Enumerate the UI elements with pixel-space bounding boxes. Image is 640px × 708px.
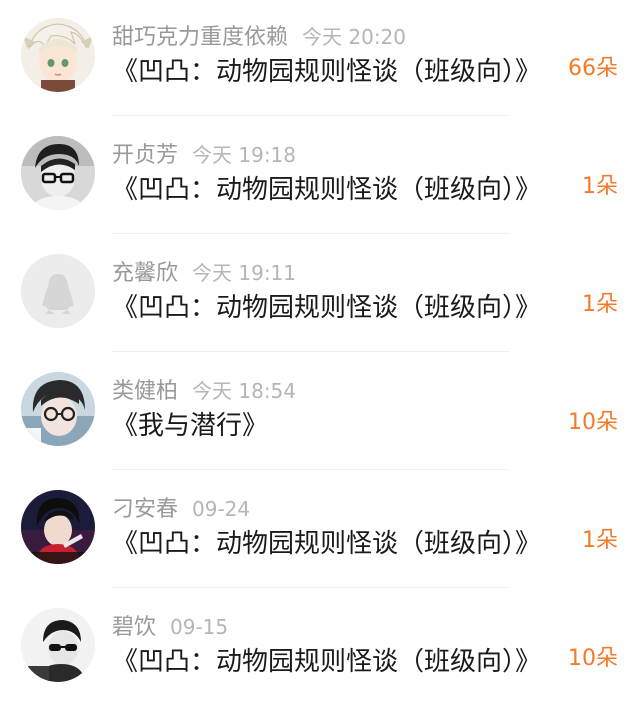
flower-count: 1朵 (582, 528, 618, 553)
avatar[interactable] (21, 608, 95, 682)
avatar[interactable] (21, 490, 95, 564)
user-name[interactable]: 甜巧克力重度依赖 (112, 25, 288, 50)
item-meta: 甜巧克力重度依赖 今天 20:20 (112, 22, 406, 52)
user-name[interactable]: 碧饮 (112, 615, 156, 640)
item-meta: 类健柏 今天 18:54 (112, 376, 296, 406)
book-title[interactable]: 《凹凸：动物园规则怪谈（班级向）》 (112, 645, 550, 679)
glasses-person-avatar-icon (21, 136, 95, 210)
flower-count: 1朵 (582, 292, 618, 317)
item-meta: 充馨欣 今天 19:11 (112, 258, 296, 288)
avatar[interactable] (21, 18, 95, 92)
avatar[interactable] (21, 372, 95, 446)
dark-illustration-avatar-icon (21, 490, 95, 564)
item-meta: 碧饮 09-15 (112, 612, 228, 642)
book-title[interactable]: 《凹凸：动物园规则怪谈（班级向）》 (112, 527, 550, 561)
user-name[interactable]: 类健柏 (112, 379, 178, 404)
item-meta: 刁安春 09-24 (112, 494, 250, 524)
list-item[interactable]: 充馨欣 今天 19:11 《凹凸：动物园规则怪谈（班级向）》 1朵 (0, 236, 640, 354)
gift-record-list: 甜巧克力重度依赖 今天 20:20 《凹凸：动物园规则怪谈（班级向）》 66朵 开… (0, 0, 640, 693)
default-penguin-avatar-icon (21, 254, 95, 328)
book-title[interactable]: 《我与潜行》 (112, 409, 550, 443)
flower-count: 1朵 (582, 174, 618, 199)
list-item[interactable]: 碧饮 09-15 《凹凸：动物园规则怪谈（班级向）》 10朵 (0, 590, 640, 708)
list-item[interactable]: 刁安春 09-24 《凹凸：动物园规则怪谈（班级向）》 1朵 (0, 472, 640, 590)
book-title[interactable]: 《凹凸：动物园规则怪谈（班级向）》 (112, 291, 550, 325)
user-name[interactable]: 充馨欣 (112, 261, 178, 286)
timestamp: 今天 19:11 (192, 261, 297, 285)
book-title[interactable]: 《凹凸：动物园规则怪谈（班级向）》 (112, 173, 550, 207)
flower-count: 10朵 (568, 646, 618, 671)
user-name[interactable]: 刁安春 (112, 497, 178, 522)
timestamp: 09-24 (192, 497, 251, 521)
item-meta: 开贞芳 今天 19:18 (112, 140, 296, 170)
list-item[interactable]: 甜巧克力重度依赖 今天 20:20 《凹凸：动物园规则怪谈（班级向）》 66朵 (0, 0, 640, 118)
glasses-selfie-avatar-icon (21, 372, 95, 446)
book-title[interactable]: 《凹凸：动物园规则怪谈（班级向）》 (112, 55, 550, 89)
user-name[interactable]: 开贞芳 (112, 143, 178, 168)
anime-character-avatar-icon (21, 18, 95, 92)
divider (112, 115, 510, 116)
avatar[interactable] (21, 136, 95, 210)
list-item[interactable]: 类健柏 今天 18:54 《我与潜行》 10朵 (0, 354, 640, 472)
divider (112, 233, 510, 234)
timestamp: 今天 20:20 (302, 25, 407, 49)
timestamp: 今天 19:18 (192, 143, 297, 167)
flower-count: 66朵 (568, 56, 618, 81)
divider (112, 469, 510, 470)
divider (112, 351, 510, 352)
list-item[interactable]: 开贞芳 今天 19:18 《凹凸：动物园规则怪谈（班级向）》 1朵 (0, 118, 640, 236)
timestamp: 09-15 (170, 615, 229, 639)
sunglasses-person-avatar-icon (21, 608, 95, 682)
timestamp: 今天 18:54 (192, 379, 297, 403)
flower-count: 10朵 (568, 410, 618, 435)
avatar[interactable] (21, 254, 95, 328)
divider (112, 587, 510, 588)
